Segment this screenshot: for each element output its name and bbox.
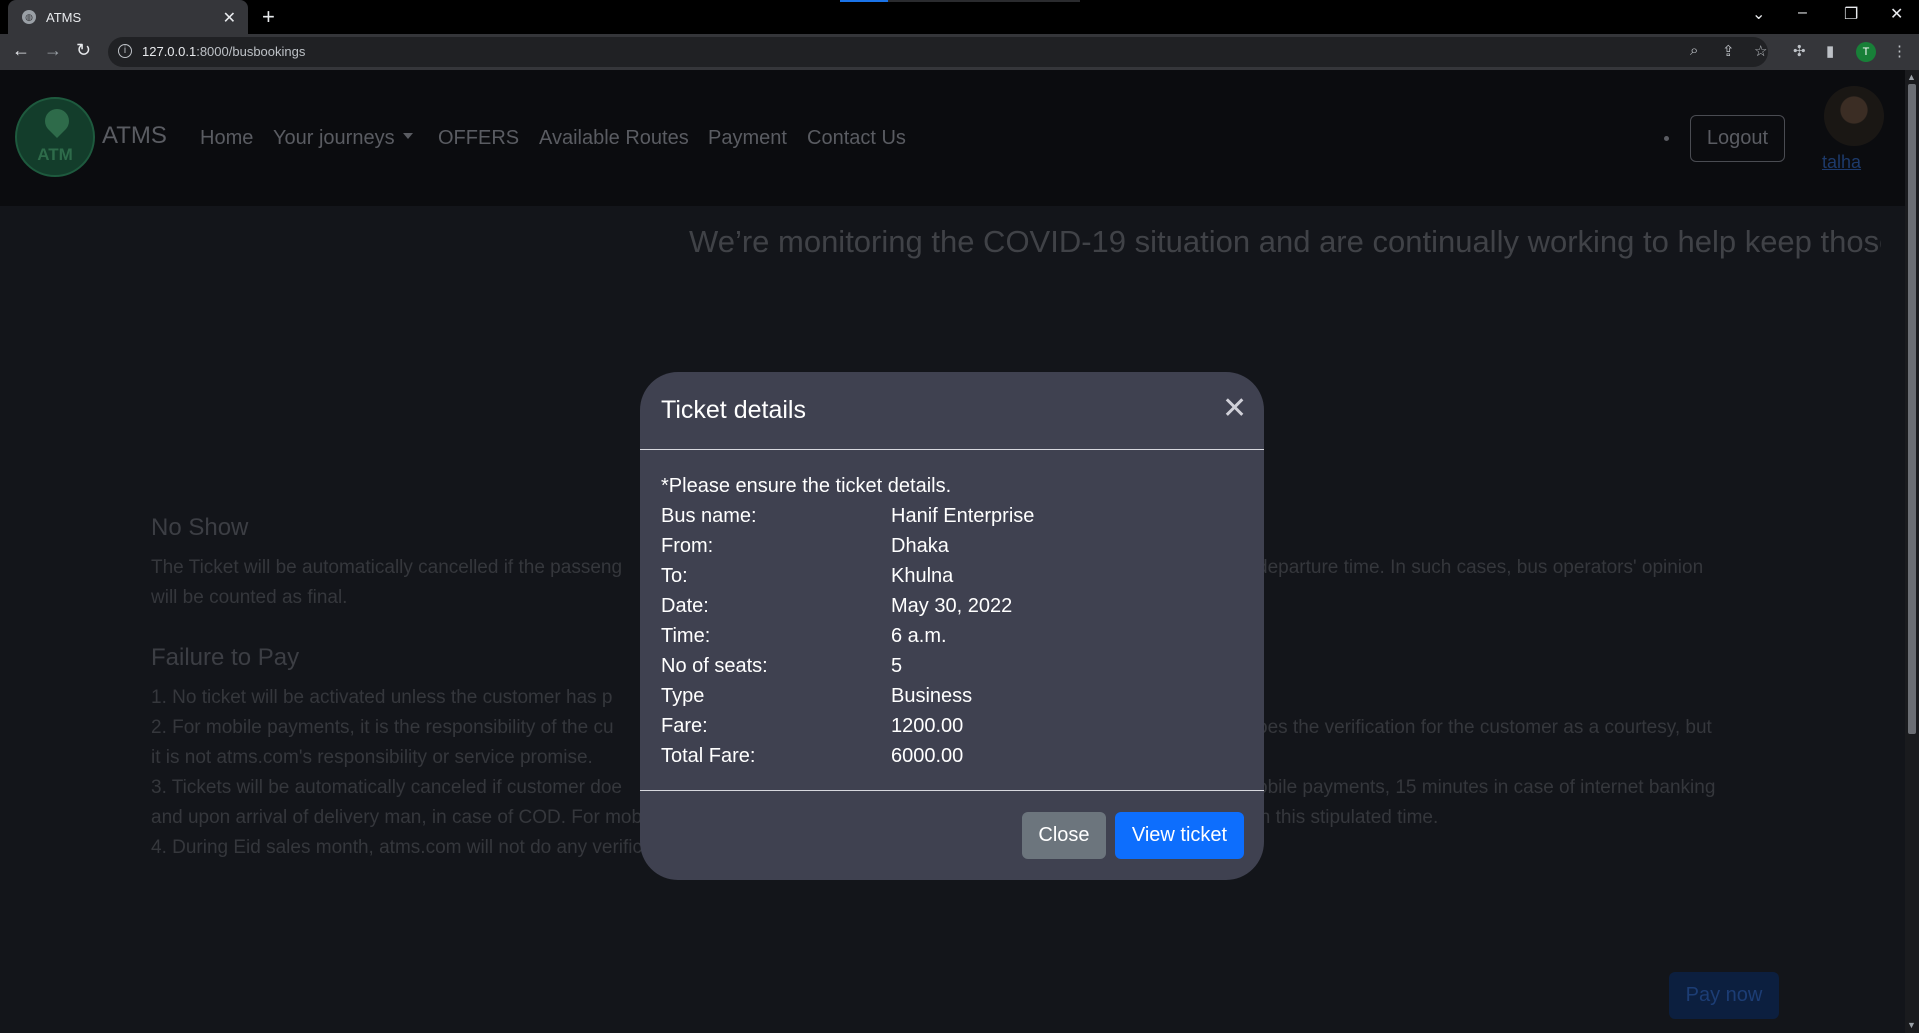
profile-avatar[interactable]: T [1856,42,1876,62]
no-show-text-end: departure time. In such cases, bus opera… [1257,557,1704,578]
detail-row-date: Date: May 30, 2022 [661,595,1013,617]
failure-item-3-end: obile payments, 15 minutes in case of in… [1257,777,1716,798]
nav-offers[interactable]: OFFERS [438,127,519,150]
user-avatar[interactable] [1824,86,1884,146]
back-icon[interactable]: ← [12,40,30,61]
bookmark-star-icon[interactable]: ☆ [1754,42,1767,60]
nav-available-routes[interactable]: Available Routes [539,127,689,150]
scroll-up-icon[interactable]: ▲ [1907,72,1916,82]
no-show-heading: No Show [151,514,249,541]
detail-row-seats: No of seats: 5 [661,655,903,677]
address-bar[interactable]: i 127.0.0.1:8000/busbookings [108,37,1768,67]
scroll-down-icon[interactable]: ▼ [1907,1020,1916,1030]
browser-tab[interactable]: ◍ ATMS ✕ [8,0,248,34]
info-icon[interactable]: i [118,44,132,58]
view-ticket-button[interactable]: View ticket [1115,812,1244,859]
zoom-icon[interactable]: ⌕ [1690,42,1698,59]
tab-close-icon[interactable]: ✕ [223,8,236,28]
ticket-details-modal: Ticket details ✕ *Please ensure the tick… [640,372,1264,880]
detail-row-from: From: Dhaka [661,535,949,557]
map-pin-icon [40,104,74,138]
nav-dot [1664,136,1669,141]
failure-to-pay-heading: Failure to Pay [151,644,300,671]
failure-item-2-end: oes the verification for the customer as… [1257,717,1712,738]
detail-row-total-fare: Total Fare: 6000.00 [661,745,964,767]
detail-row-time: Time: 6 a.m. [661,625,947,647]
detail-row-bus-name: Bus name: Hanif Enterprise [661,505,1035,527]
brand-name[interactable]: ATMS [102,122,167,150]
scrollbar-thumb[interactable] [1908,84,1916,734]
modal-close-icon[interactable]: ✕ [1222,394,1247,424]
browser-toolbar: ← → ↻ i 127.0.0.1:8000/busbookings ⌕ ⇪ ☆… [0,34,1919,70]
dropdown-caret-icon [402,132,413,139]
side-panel-icon[interactable]: ▮ [1826,42,1834,60]
extensions-icon[interactable]: ✣ [1793,42,1806,60]
covid-marquee: We’re monitoring the COVID-19 situation … [689,224,1881,259]
modal-note: *Please ensure the ticket details. [661,475,952,497]
site-navbar: ATM ATMS Home Your journeys OFFERS Avail… [0,70,1905,206]
site-logo[interactable]: ATM [15,97,95,177]
modal-footer-divider [640,790,1264,791]
url-text: 127.0.0.1:8000/busbookings [142,44,306,59]
logout-button[interactable]: Logout [1690,115,1785,162]
nav-your-journeys[interactable]: Your journeys [273,127,413,150]
restore-icon[interactable]: ❐ [1844,4,1858,24]
tab-strip-indicator [840,0,1080,2]
forward-icon[interactable]: → [44,40,62,61]
new-tab-icon[interactable]: + [262,4,275,30]
close-button[interactable]: Close [1022,812,1106,859]
modal-title: Ticket details [661,396,806,424]
detail-row-to: To: Khulna [661,565,954,587]
detail-row-fare: Fare: 1200.00 [661,715,964,737]
tab-title: ATMS [46,9,82,25]
nav-home[interactable]: Home [200,127,253,150]
tab-search-icon[interactable]: ⌄ [1752,4,1765,24]
page-viewport: ATM ATMS Home Your journeys OFFERS Avail… [0,70,1905,1033]
pay-now-button[interactable]: Pay now [1669,972,1779,1019]
username-link[interactable]: talha [1822,152,1861,173]
reload-icon[interactable]: ↻ [76,40,91,61]
menu-dots-icon[interactable]: ⋮ [1892,42,1907,60]
browser-tab-strip: ◍ ATMS ✕ + ⌄ – ❐ ✕ [0,0,1919,34]
share-icon[interactable]: ⇪ [1722,42,1735,60]
detail-row-type: Type Business [661,685,973,707]
minimize-icon[interactable]: – [1798,4,1807,22]
page-scrollbar[interactable]: ▲ ▼ [1905,70,1919,1033]
nav-payment[interactable]: Payment [708,127,787,150]
globe-icon: ◍ [22,10,36,24]
logo-text: ATM [37,145,73,164]
nav-contact-us[interactable]: Contact Us [807,127,906,150]
modal-header-divider [640,449,1264,450]
window-close-icon[interactable]: ✕ [1890,4,1903,24]
